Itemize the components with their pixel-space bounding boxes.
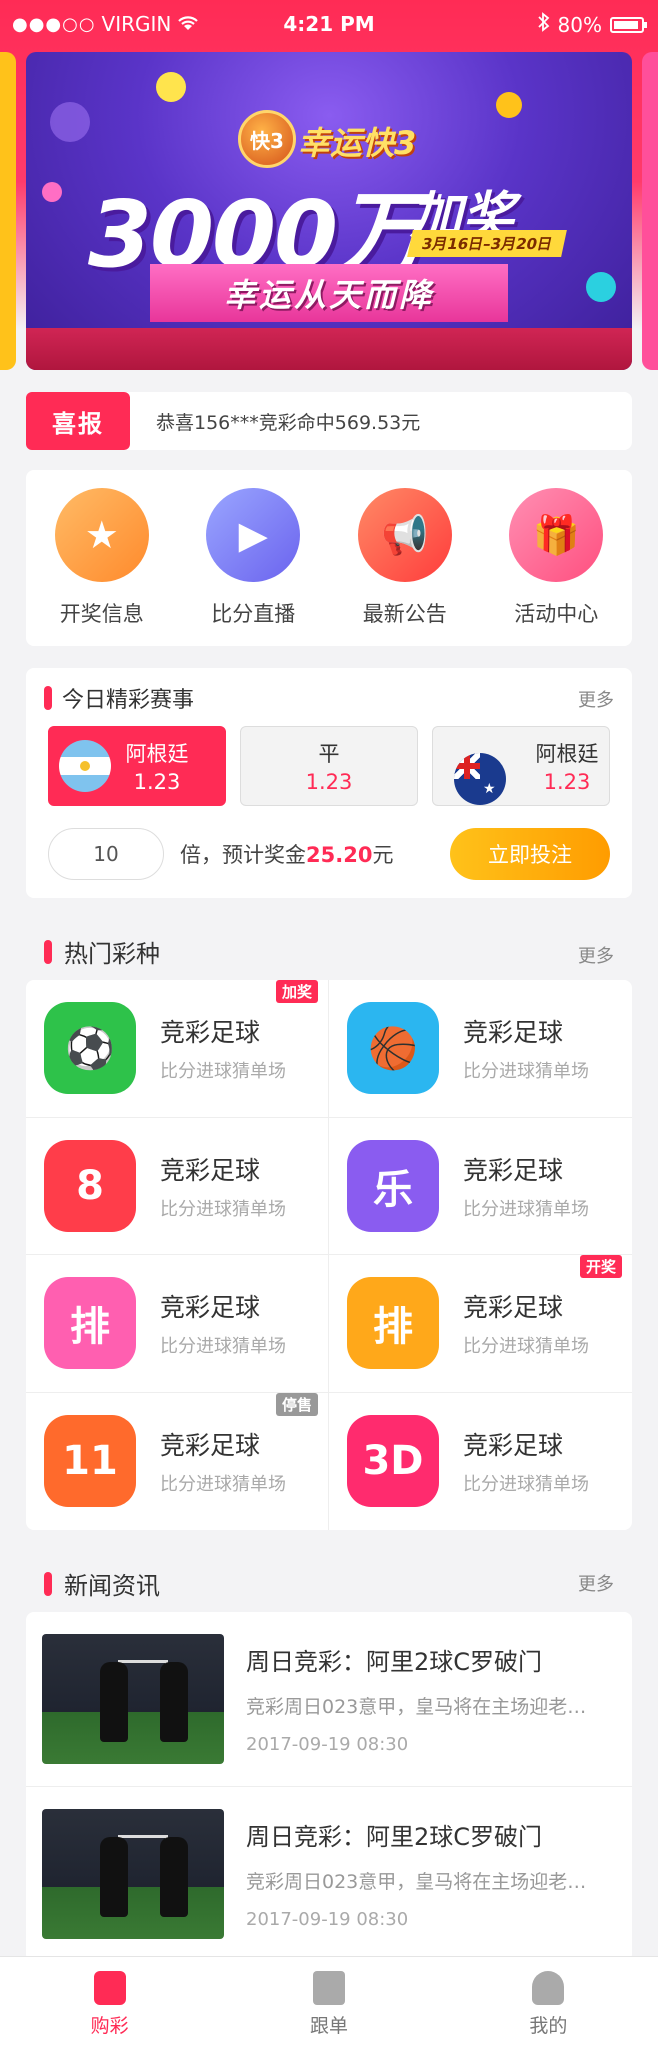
lottery-item[interactable]: 🏀 竞彩足球比分进球猜单场 [329, 980, 632, 1118]
battery-icon [610, 16, 647, 33]
news-more-link[interactable]: 更多 [578, 1570, 614, 1596]
lottery-name: 竞彩足球 [160, 1155, 261, 1185]
pai-card-icon: 排 [44, 1277, 136, 1370]
lottery-ball-le-icon: 乐 [347, 1139, 439, 1232]
banner-slogan: 幸运从天而降 [150, 264, 508, 322]
megaphone-icon: 📢 [357, 488, 452, 582]
lottery-badge: 开奖 [579, 1255, 622, 1278]
winning-notice[interactable]: 喜报 恭喜156***竞彩命中569.53元 [26, 392, 632, 450]
news-thumbnail [42, 1809, 224, 1939]
odd-home-win[interactable]: 阿根廷 1.23 [48, 726, 226, 806]
lottery-name: 竞彩足球 [463, 1155, 564, 1185]
lottery-name: 竞彩足球 [463, 1018, 564, 1048]
promo-banner[interactable]: 快3 幸运快3 3000万 加奖 3月16日–3月20日 幸运从天而降 [26, 52, 632, 370]
lottery-name: 竞彩足球 [160, 1293, 261, 1323]
prize-amount: 25.20 [306, 843, 373, 867]
banner-subtitle: 幸运快3 [298, 124, 417, 162]
coin-icon [496, 92, 522, 118]
lottery-name: 竞彩足球 [160, 1431, 261, 1461]
lottery-desc: 比分进球猜单场 [160, 1336, 286, 1358]
battery-percent: 80% [557, 12, 602, 37]
odd-away-win[interactable]: ★ 阿根廷 1.23 [432, 726, 610, 806]
tab-follow-orders[interactable]: 跟单 [219, 1957, 438, 2046]
bet-now-button[interactable]: 立即投注 [450, 828, 610, 880]
match-section-title: 今日精彩赛事 [62, 688, 195, 713]
shop-icon [93, 1971, 126, 2005]
tab-mine[interactable]: 我的 [439, 1957, 658, 2046]
bubble-icon [586, 272, 616, 302]
lottery-item[interactable]: 3D 竞彩足球比分进球猜单场 [329, 1393, 632, 1531]
lottery-item[interactable]: 乐竞彩足球比分进球猜单场 [329, 1118, 632, 1255]
lottery-name: 竞彩足球 [160, 1018, 261, 1048]
lottery-badge: 加奖 [275, 980, 318, 1003]
coin-icon [156, 72, 186, 102]
lottery-name: 竞彩足球 [463, 1431, 564, 1461]
lottery-desc: 比分进球猜单场 [463, 1061, 589, 1083]
odd-draw[interactable]: 平 1.23 [240, 726, 418, 806]
banner-date: 3月16日–3月20日 [407, 230, 567, 257]
news-item[interactable]: 周日竞彩：阿里2球C罗破门 竞彩周日023意甲，皇马将在主场迎老… 2017-0… [26, 1612, 632, 1786]
lottery-item[interactable]: 排竞彩足球比分进球猜单场 [26, 1255, 329, 1393]
news-item[interactable]: 周日竞彩：阿里2球C罗破门 竞彩周日023意甲，皇马将在主场迎老… 2017-0… [26, 1786, 632, 1960]
award-icon: ★ [54, 488, 149, 582]
status-bar: ●●●○○ VIRGIN 4:21 PM 80% [0, 0, 658, 50]
australia-flag-icon: ★ [453, 753, 506, 805]
lottery-badge: 停售 [275, 1392, 318, 1416]
lottery-name: 竞彩足球 [463, 1293, 564, 1323]
bubble-icon [42, 182, 62, 202]
news-thumbnail [42, 1634, 224, 1764]
news-list: 周日竞彩：阿里2球C罗破门 竞彩周日023意甲，皇马将在主场迎老… 2017-0… [26, 1612, 632, 1962]
tab-buy-lottery[interactable]: 购彩 [0, 1957, 219, 2046]
bubble-icon [50, 102, 90, 142]
featured-match-card: 今日精彩赛事 更多 阿根廷 1.23 平 1.23 ★ 阿根廷 1.23 倍，预… [26, 668, 632, 898]
argentina-flag-icon [59, 740, 111, 792]
quick-entry-draw-info[interactable]: ★ 开奖信息 [26, 470, 178, 646]
banner-next-peek[interactable] [642, 52, 658, 370]
quick-entry-activity-center[interactable]: 🎁 活动中心 [481, 470, 633, 646]
banner-prev-peek[interactable] [0, 52, 16, 370]
expected-prize: 倍，预计奖金25.20元 [180, 843, 394, 867]
notice-tag: 喜报 [26, 392, 130, 450]
lottery-desc: 比分进球猜单场 [463, 1198, 589, 1220]
lantern-icon [44, 686, 52, 710]
news-title: 新闻资讯 [64, 1572, 160, 1600]
lottery-desc: 比分进球猜单场 [160, 1061, 286, 1083]
quick-entry-announcements[interactable]: 📢 最新公告 [329, 470, 481, 646]
bottom-tab-bar: 购彩 跟单 我的 [0, 1956, 658, 2046]
bluetooth-icon [537, 12, 550, 37]
document-icon [312, 1971, 345, 2005]
pai-card-icon: 排 [347, 1277, 439, 1370]
lottery-desc: 比分进球猜单场 [160, 1474, 286, 1496]
match-more-link[interactable]: 更多 [578, 686, 614, 712]
notice-text: 恭喜156***竞彩命中569.53元 [156, 411, 421, 434]
lottery-desc: 比分进球猜单场 [463, 1474, 589, 1496]
soccer-ball-icon: ⚽ [44, 1002, 136, 1095]
lottery-item[interactable]: ⚽ 竞彩足球比分进球猜单场 加奖 [26, 980, 329, 1118]
lottery-item[interactable]: 8 竞彩足球比分进球猜单场 [26, 1117, 329, 1255]
lottery-item[interactable]: 11 竞彩足球比分进球猜单场 停售 [26, 1392, 329, 1530]
lottery-ball-3d-icon: 3D [347, 1415, 439, 1508]
video-icon: ▶ [206, 488, 301, 582]
lottery-desc: 比分进球猜单场 [160, 1198, 286, 1220]
multiple-input[interactable] [48, 828, 164, 880]
quick-entry-live-score[interactable]: ▶ 比分直播 [178, 470, 330, 646]
lottery-item[interactable]: 排竞彩足球比分进球猜单场 开奖 [329, 1255, 632, 1393]
lottery-desc: 比分进球猜单场 [463, 1336, 589, 1358]
quick-entries: ★ 开奖信息 ▶ 比分直播 📢 最新公告 🎁 活动中心 [26, 470, 632, 646]
lottery-ball-8-icon: 8 [44, 1139, 136, 1232]
lottery-ball-11-icon: 11 [44, 1415, 136, 1508]
gift-icon: 🎁 [509, 488, 604, 582]
basketball-icon: 🏀 [347, 1002, 439, 1095]
hot-lottery-title: 热门彩种 [64, 940, 160, 968]
hot-lottery-more-link[interactable]: 更多 [578, 942, 614, 968]
user-icon [532, 1971, 565, 2005]
hot-lottery-grid: ⚽ 竞彩足球 比分进球猜单场 加奖 🏀 竞彩足球 比分进球猜单场 8 竞彩足球 比分进球猜单场乐竞… [26, 980, 632, 1530]
